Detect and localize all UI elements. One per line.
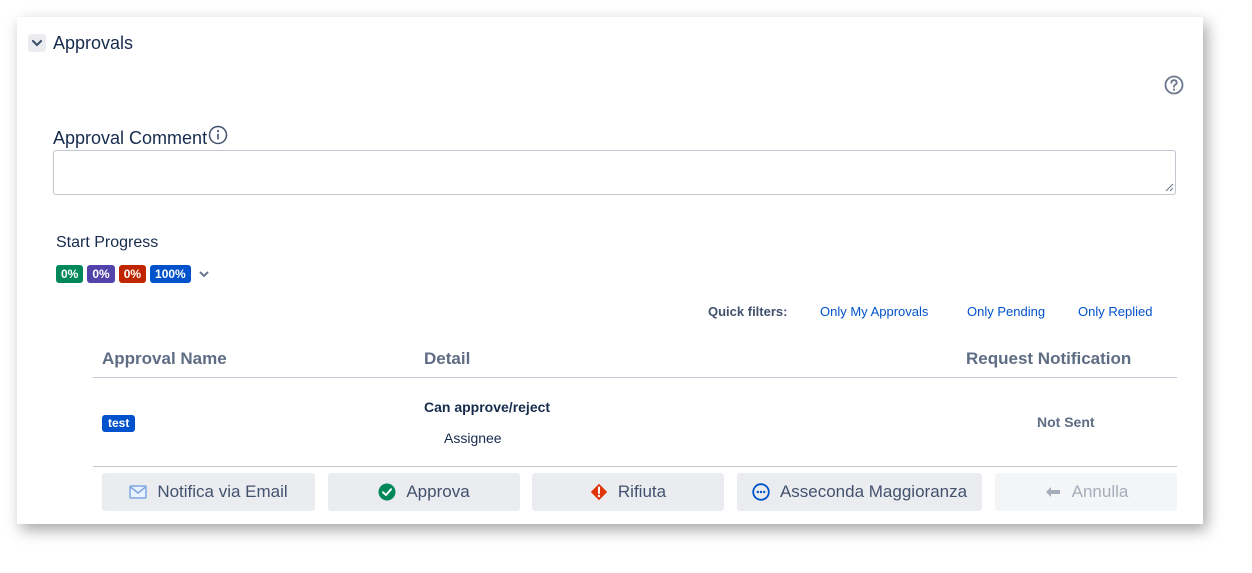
collapse-toggle[interactable] [28,34,46,52]
table-header-divider [93,377,1177,378]
start-progress-label: Start Progress [56,234,159,251]
approvals-panel: Approvals Approval Comment Start Progres… [17,17,1203,524]
warning-diamond-icon [590,483,608,501]
filter-only-pending[interactable]: Only Pending [967,304,1045,319]
detail-title: Can approve/reject [424,399,551,415]
progress-badge-total: 100% [150,265,191,283]
filter-only-my-approvals[interactable]: Only My Approvals [820,304,928,319]
chevron-down-icon[interactable] [198,268,210,280]
reject-label: Rifiuta [617,482,667,501]
progress-badge-rejected: 0% [118,265,147,283]
approval-name-tag: test [102,415,136,432]
undo-arrow-icon [1045,487,1060,497]
progress-badge-approved: 0% [56,265,84,283]
progress-badge-pending: 0% [87,265,115,283]
detail-approver: Assignee [444,430,502,446]
section-title: Approvals [53,33,134,53]
column-header-request-notification: Request Notification [966,349,1132,368]
majority-label: Asseconda Maggioranza [779,482,968,501]
approval-comment-input[interactable] [53,150,1176,195]
info-icon[interactable] [208,125,228,145]
quick-filters-label: Quick filters: [708,304,788,319]
progress-badges: 0% 0% 0% 100% [56,265,210,283]
chevron-down-icon [31,39,43,47]
cancel-label: Annulla [1071,482,1129,501]
column-header-detail: Detail [424,349,471,368]
resize-grip-icon[interactable] [1164,182,1174,192]
table-row-divider [93,466,1177,467]
filter-only-replied[interactable]: Only Replied [1078,304,1152,319]
cancel-button[interactable]: Annulla [995,473,1177,511]
approve-button[interactable]: Approva [328,473,520,511]
ellipsis-circle-icon [752,483,770,501]
majority-button[interactable]: Asseconda Maggioranza [737,473,982,511]
help-icon[interactable] [1164,75,1184,95]
check-circle-icon [378,483,396,501]
envelope-icon [129,485,148,499]
email-notification-label: Notifica via Email [157,482,288,501]
reject-button[interactable]: Rifiuta [532,473,724,511]
notification-status: Not Sent [1037,414,1095,430]
approve-label: Approva [406,482,470,501]
approval-comment-label: Approval Comment [53,128,208,148]
email-notification-button[interactable]: Notifica via Email [102,473,315,511]
column-header-approval-name: Approval Name [102,349,227,368]
